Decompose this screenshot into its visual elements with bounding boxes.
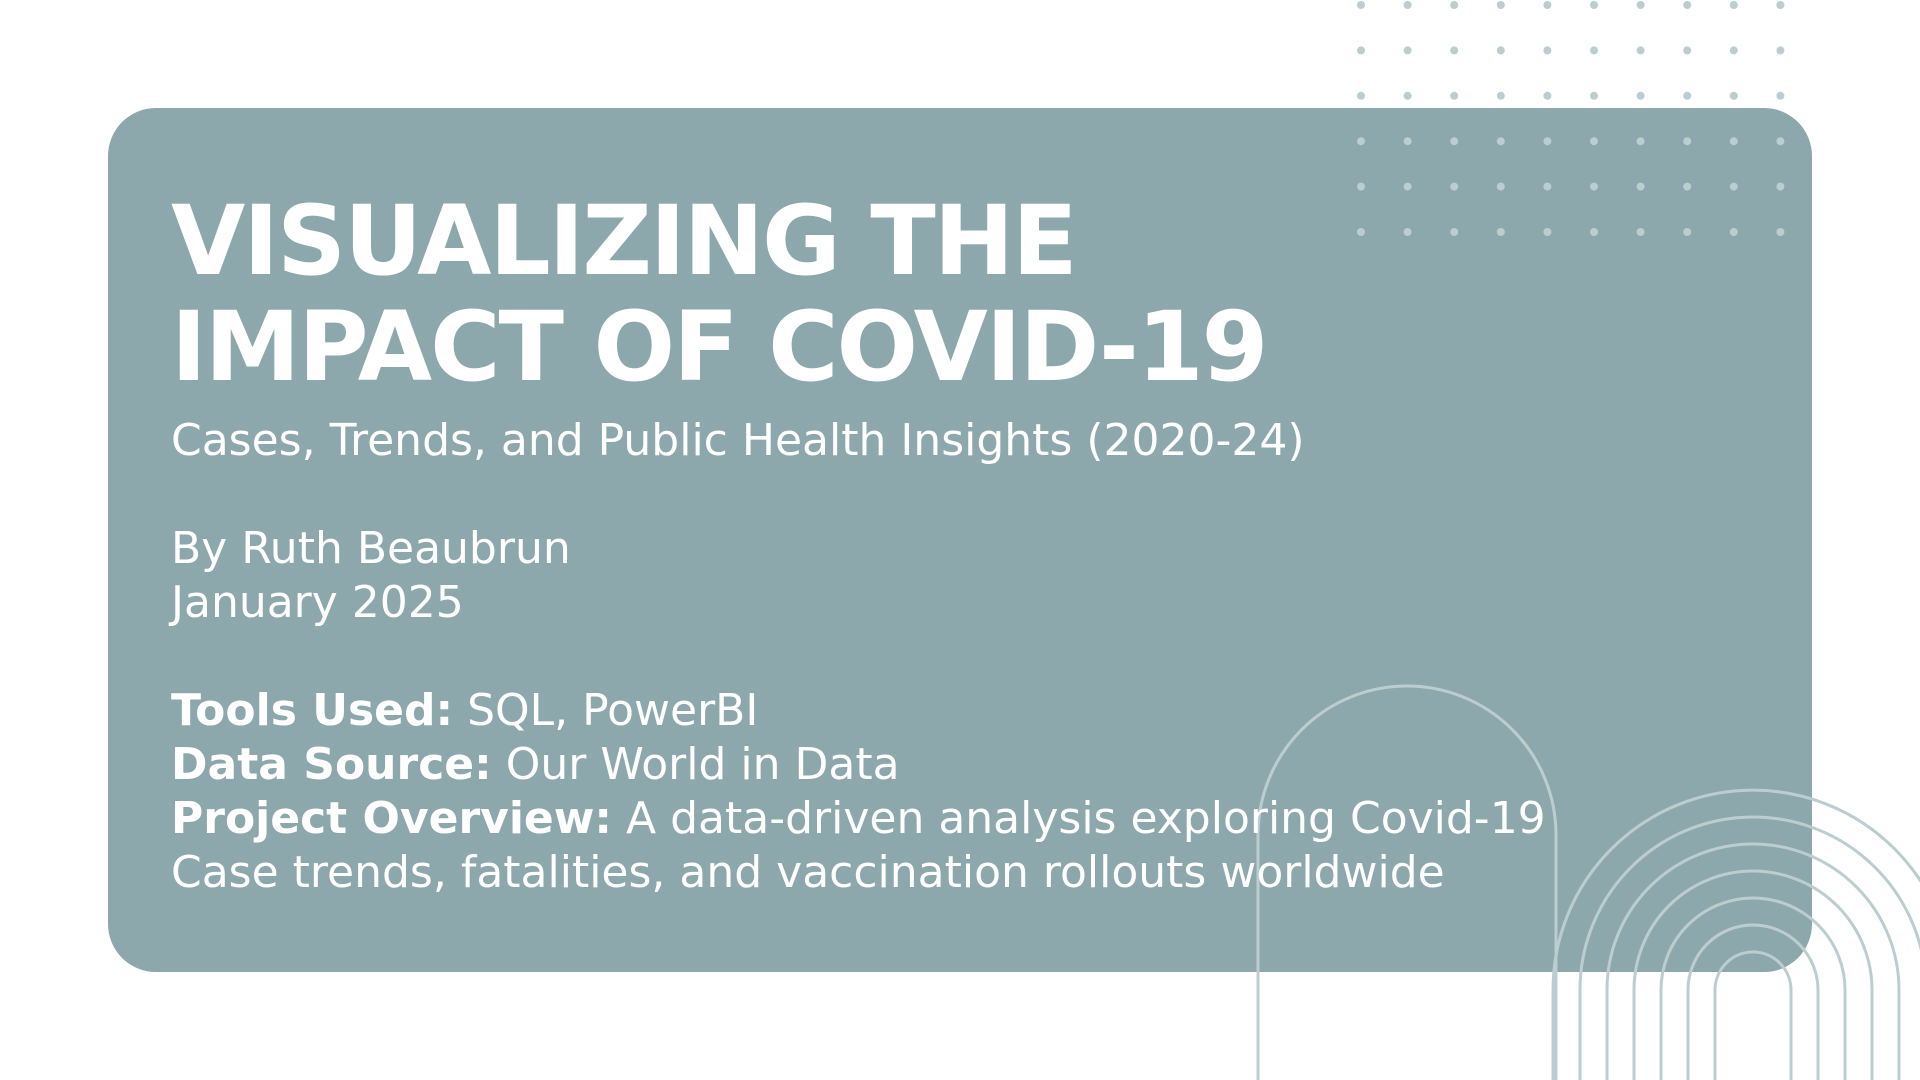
- slide-subtitle: Cases, Trends, and Public Health Insight…: [171, 415, 1305, 466]
- detail-value: Our World in Data: [505, 739, 900, 790]
- dot: [1403, 137, 1412, 146]
- dot: [1636, 1, 1645, 9]
- dot: [1543, 91, 1552, 100]
- dot: [1776, 182, 1785, 191]
- dot: [1683, 137, 1692, 146]
- dot: [1776, 91, 1785, 100]
- detail-data-source: Data Source: Our World in Data: [171, 738, 1671, 792]
- dot: [1450, 91, 1459, 100]
- dot: [1776, 46, 1785, 55]
- title-line-2: IMPACT OF COVID-19: [171, 291, 1268, 403]
- dot: [1590, 1, 1598, 9]
- dot: [1357, 46, 1365, 55]
- publish-date: January 2025: [171, 577, 464, 628]
- dot: [1357, 91, 1365, 100]
- dot: [1403, 46, 1412, 55]
- dot: [1636, 137, 1645, 146]
- project-details: Tools Used: SQL, PowerBI Data Source: Ou…: [171, 684, 1671, 900]
- dot: [1450, 46, 1459, 55]
- detail-value: A data-driven analysis exploring Covid-1…: [626, 793, 1546, 844]
- arch-ring: [1686, 923, 1820, 1080]
- dot: [1543, 1, 1552, 9]
- slide-title: VISUALIZING THE IMPACT OF COVID-19: [171, 188, 1671, 400]
- dot: [1450, 137, 1459, 146]
- dot: [1683, 91, 1692, 100]
- dot: [1776, 137, 1785, 146]
- dot: [1683, 182, 1692, 191]
- arch-ring: [1713, 950, 1793, 1080]
- detail-overview-continued: Case trends, fatalities, and vaccination…: [171, 847, 1445, 898]
- dot: [1729, 182, 1738, 191]
- detail-tools: Tools Used: SQL, PowerBI: [171, 684, 1671, 738]
- dot: [1450, 1, 1459, 9]
- detail-project-overview: Project Overview: A data-driven analysis…: [171, 792, 1671, 846]
- dot: [1729, 228, 1738, 236]
- dot: [1636, 46, 1645, 55]
- dot: [1590, 46, 1598, 55]
- dot: [1403, 1, 1412, 9]
- dot: [1403, 91, 1412, 100]
- author-name: By Ruth Beaubrun: [171, 523, 571, 574]
- dot: [1496, 46, 1505, 55]
- arch-ring: [1632, 869, 1874, 1080]
- dot: [1590, 137, 1598, 146]
- dot: [1496, 91, 1505, 100]
- dot: [1729, 1, 1738, 9]
- detail-label: Project Overview:: [171, 793, 613, 844]
- dot: [1636, 91, 1645, 100]
- dot: [1496, 137, 1505, 146]
- dot: [1729, 91, 1738, 100]
- dot: [1590, 91, 1598, 100]
- dot: [1776, 228, 1785, 236]
- dot: [1357, 1, 1365, 9]
- dot: [1543, 46, 1552, 55]
- dot: [1543, 137, 1552, 146]
- detail-label: Tools Used:: [171, 685, 454, 736]
- detail-value: SQL, PowerBI: [467, 685, 759, 736]
- dot: [1683, 228, 1692, 236]
- title-line-1: VISUALIZING THE: [171, 185, 1078, 297]
- dot: [1729, 46, 1738, 55]
- byline: By Ruth Beaubrun January 2025: [171, 522, 1671, 630]
- slide-content: VISUALIZING THE IMPACT OF COVID-19 Cases…: [171, 188, 1671, 900]
- dot: [1496, 1, 1505, 9]
- dot: [1683, 1, 1692, 9]
- dot: [1729, 137, 1738, 146]
- dot: [1776, 1, 1785, 9]
- dot: [1357, 137, 1365, 146]
- detail-label: Data Source:: [171, 739, 492, 790]
- dot: [1683, 46, 1692, 55]
